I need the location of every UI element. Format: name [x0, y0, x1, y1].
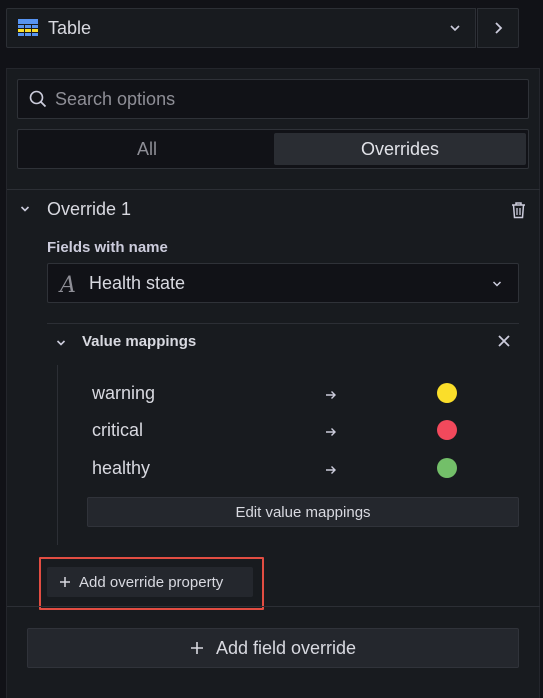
field-name-value: Health state: [89, 273, 186, 293]
arrow-right-icon: [326, 391, 336, 399]
chevron-down-icon: [450, 25, 460, 32]
tab-overrides[interactable]: Overrides: [274, 133, 526, 165]
search-input[interactable]: [55, 88, 475, 110]
mapping-value: warning: [92, 383, 156, 403]
add-override-property-button[interactable]: Add override property: [47, 567, 253, 597]
divider: [7, 606, 540, 607]
close-icon[interactable]: [497, 334, 511, 348]
visualization-name: Table: [48, 17, 92, 38]
plus-icon: [190, 642, 203, 654]
mapping-color-dot: [437, 383, 457, 403]
visualization-picker[interactable]: Table: [6, 8, 476, 48]
mapping-color-dot: [437, 458, 457, 478]
collapse-options-button[interactable]: [477, 8, 519, 48]
string-type-icon: A: [60, 273, 76, 298]
chevron-right-icon: [495, 22, 503, 34]
field-name-select[interactable]: A Health state: [47, 263, 519, 303]
arrow-right-icon: [326, 466, 336, 474]
add-field-override-button[interactable]: Add field override: [27, 628, 519, 668]
property-rail: [57, 365, 58, 545]
plus-icon: [60, 577, 70, 587]
override-title[interactable]: Override 1: [47, 199, 131, 220]
chevron-down-icon[interactable]: [19, 203, 31, 215]
tab-all[interactable]: All: [21, 133, 273, 165]
mapping-row: warning: [92, 381, 472, 407]
arrow-right-icon: [326, 428, 336, 436]
table-icon: [18, 19, 38, 36]
mapping-color-dot: [437, 420, 457, 440]
chevron-down-icon: [492, 281, 502, 287]
options-tabs: All Overrides: [17, 129, 529, 169]
edit-value-mappings-button[interactable]: Edit value mappings: [87, 497, 519, 527]
mapping-row: healthy: [92, 456, 472, 482]
chevron-down-icon[interactable]: [55, 337, 67, 349]
mapping-value: healthy: [92, 458, 151, 478]
add-override-property-label: Add override property: [79, 573, 224, 591]
property-title[interactable]: Value mappings: [82, 333, 196, 350]
divider: [7, 189, 540, 190]
trash-icon[interactable]: [510, 201, 527, 219]
search-icon: [29, 90, 47, 108]
matcher-label: Fields with name: [47, 239, 168, 256]
divider: [47, 323, 519, 324]
mapping-value: critical: [92, 420, 144, 440]
search-box[interactable]: [17, 79, 529, 119]
add-field-override-label: Add field override: [215, 637, 357, 658]
mapping-row: critical: [92, 418, 472, 444]
